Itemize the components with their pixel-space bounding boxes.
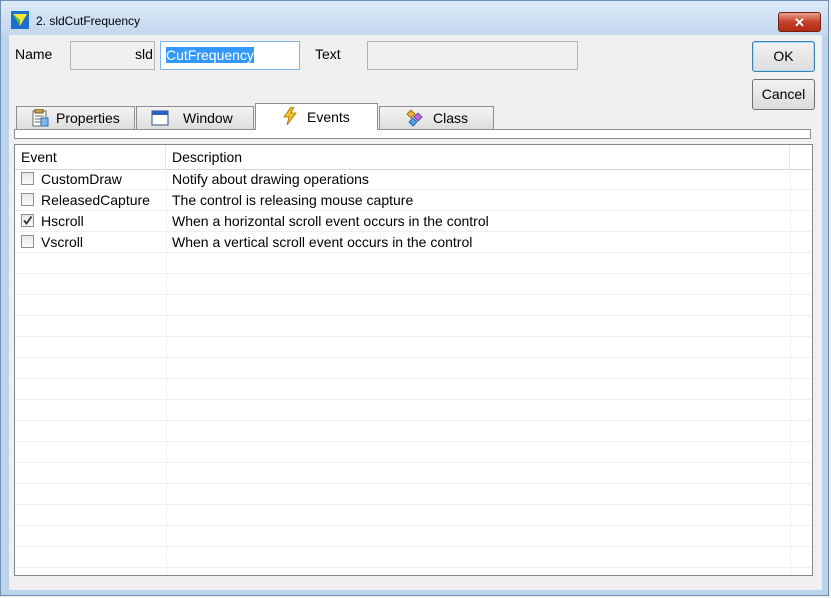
empty-row — [15, 421, 812, 442]
list-row[interactable]: CustomDraw Notify about drawing operatio… — [15, 169, 812, 190]
event-name: Vscroll — [41, 234, 84, 250]
window-icon — [151, 110, 169, 126]
list-row[interactable]: Vscroll When a vertical scroll event occ… — [15, 232, 812, 253]
text-label: Text — [315, 46, 341, 62]
column-header-event[interactable]: Event — [15, 145, 166, 169]
empty-row — [15, 379, 812, 400]
app-icon — [11, 11, 29, 29]
empty-row — [15, 442, 812, 463]
event-checkbox-checked[interactable] — [21, 214, 34, 227]
cancel-button[interactable]: Cancel — [752, 79, 815, 110]
empty-row — [15, 337, 812, 358]
tab-window-label: Window — [183, 110, 233, 126]
event-checkbox[interactable] — [21, 235, 34, 248]
close-button[interactable]: ✕ — [778, 12, 821, 32]
empty-row — [15, 274, 812, 295]
empty-row — [15, 316, 812, 337]
ok-button[interactable]: OK — [752, 41, 815, 72]
properties-icon — [32, 109, 49, 127]
name-prefix: sld — [135, 46, 153, 62]
event-description: The control is releasing mouse capture — [172, 192, 414, 208]
empty-row — [15, 463, 812, 484]
window-title: 2. sldCutFrequency — [36, 14, 141, 28]
event-name: ReleasedCapture — [41, 192, 150, 208]
name-input[interactable]: CutFrequency — [160, 41, 300, 70]
event-checkbox[interactable] — [21, 193, 34, 206]
event-checkbox[interactable] — [21, 172, 34, 185]
empty-row — [15, 484, 812, 505]
event-description: When a vertical scroll event occurs in t… — [172, 234, 473, 250]
events-list[interactable]: Event Description CustomDraw Notify abou… — [14, 144, 813, 576]
event-name: Hscroll — [41, 213, 84, 229]
empty-row — [15, 505, 812, 526]
empty-row — [15, 358, 812, 379]
title-bar[interactable]: 2. sldCutFrequency ✕ — [1, 1, 828, 35]
lightning-icon — [283, 107, 297, 125]
tab-window[interactable]: Window — [136, 106, 254, 129]
class-icon — [406, 109, 423, 127]
list-row[interactable]: Hscroll When a horizontal scroll event o… — [15, 211, 812, 232]
event-name: CustomDraw — [41, 171, 122, 187]
empty-row — [15, 253, 812, 274]
tab-properties[interactable]: Properties — [16, 106, 135, 129]
empty-row — [15, 400, 812, 421]
tab-class-label: Class — [433, 110, 469, 126]
empty-row — [15, 526, 812, 547]
text-input[interactable] — [367, 41, 578, 70]
empty-row — [15, 547, 812, 568]
name-label: Name — [15, 46, 53, 62]
checkmark-icon — [23, 215, 33, 225]
tab-events[interactable]: Events — [255, 103, 378, 130]
tab-panel — [14, 129, 811, 139]
list-header: Event Description — [15, 145, 812, 170]
tab-class[interactable]: Class — [379, 106, 494, 129]
tab-events-label: Events — [307, 109, 350, 125]
event-description: Notify about drawing operations — [172, 171, 369, 187]
dialog-window: 2. sldCutFrequency ✕ Name sld CutFrequen… — [0, 0, 829, 596]
list-row[interactable]: ReleasedCapture The control is releasing… — [15, 190, 812, 211]
name-input-value: CutFrequency — [166, 47, 254, 63]
empty-row — [15, 295, 812, 316]
dialog-client: Name sld CutFrequency Text OK Cancel Pro… — [9, 35, 822, 590]
event-description: When a horizontal scroll event occurs in… — [172, 213, 489, 229]
column-header-description[interactable]: Description — [166, 145, 790, 169]
tab-properties-label: Properties — [56, 110, 120, 126]
